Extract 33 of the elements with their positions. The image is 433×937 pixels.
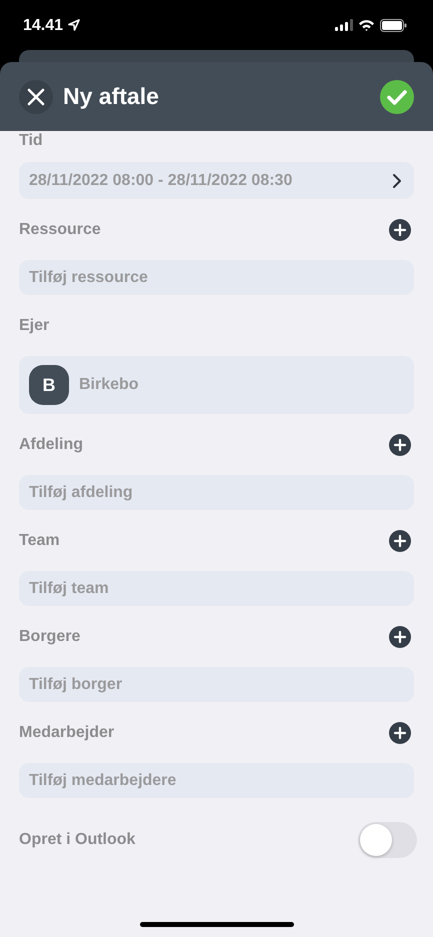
add-button[interactable]	[389, 722, 411, 744]
battery-icon	[380, 18, 407, 32]
input-field[interactable]: Tilføj afdeling	[19, 475, 414, 510]
add-button[interactable]	[389, 434, 411, 456]
field-label: Borgere	[19, 628, 80, 646]
input-field[interactable]: Tilføj team	[19, 571, 414, 606]
add-button[interactable]	[389, 530, 411, 552]
input-field[interactable]: Tilføj medarbejdere	[19, 763, 414, 798]
add-button[interactable]	[389, 218, 411, 240]
field-label: Tid	[19, 132, 43, 150]
owner-card[interactable]: B Birkebo	[19, 356, 414, 414]
field-label: Ressource	[19, 220, 101, 238]
checkmark-icon	[386, 88, 408, 106]
field-label: Medarbejder	[19, 724, 114, 742]
screen-title: Ny aftale	[63, 83, 159, 110]
location-arrow-icon	[68, 19, 80, 31]
chevron-right-icon	[392, 172, 402, 188]
signal-icon	[335, 19, 353, 31]
input-field[interactable]: Tilføj ressource	[19, 260, 414, 295]
status-time: 14.41	[23, 16, 64, 35]
close-button[interactable]	[19, 80, 53, 114]
toggle-switch[interactable]	[358, 822, 417, 858]
field-label: Team	[19, 532, 60, 550]
close-icon	[27, 88, 45, 106]
avatar: B	[29, 365, 69, 405]
add-button[interactable]	[389, 626, 411, 648]
confirm-button[interactable]	[380, 80, 414, 114]
input-field[interactable]: Tilføj borger	[19, 667, 414, 702]
wifi-icon	[358, 19, 375, 31]
toggle-label: Opret i Outlook	[19, 831, 136, 849]
field-label: Ejer	[19, 316, 50, 334]
owner-name: Birkebo	[79, 376, 139, 394]
field-label: Afdeling	[19, 436, 83, 454]
